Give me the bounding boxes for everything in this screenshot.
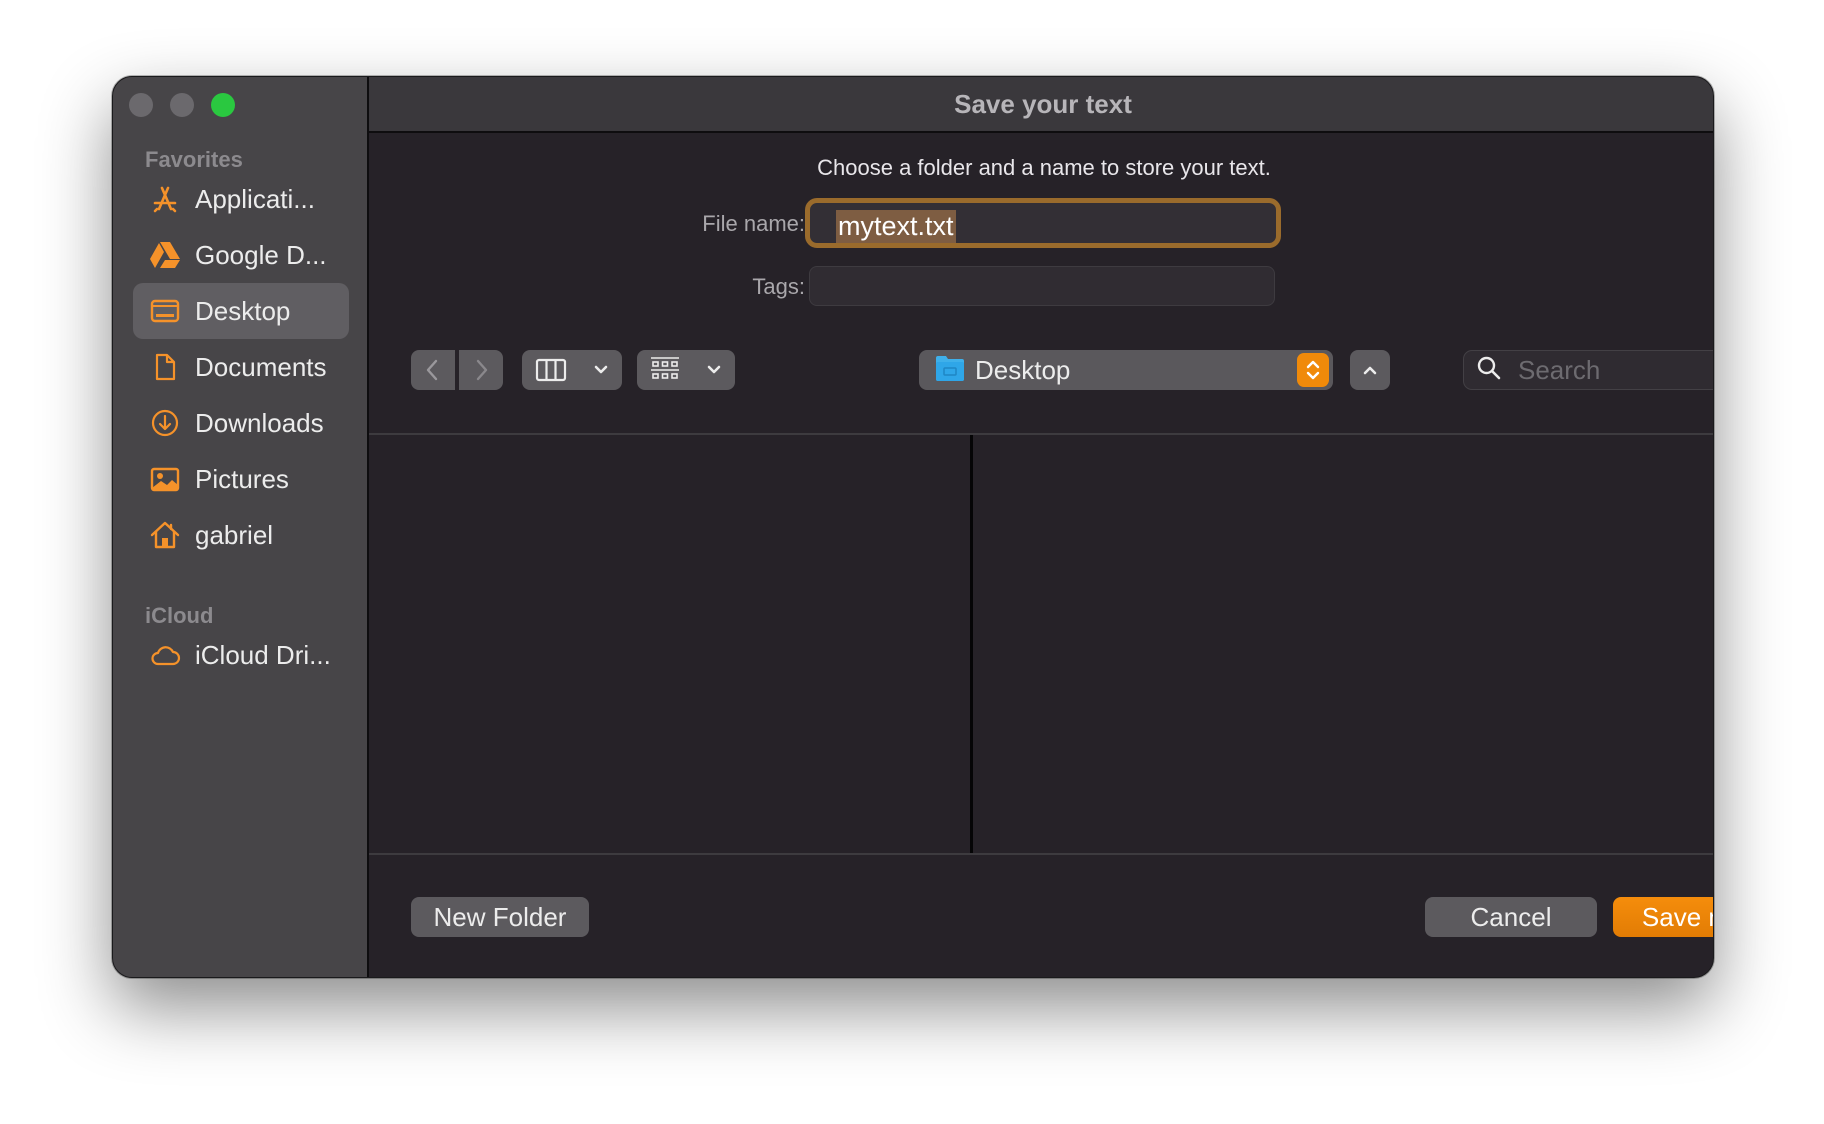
traffic-lights — [129, 93, 235, 117]
sidebar-item-label: Desktop — [195, 295, 291, 326]
new-folder-button[interactable]: New Folder — [411, 897, 589, 937]
sidebar-item-label: Google D... — [195, 239, 327, 270]
grid-icon — [650, 356, 680, 384]
tags-label: Tags: — [752, 274, 805, 299]
sidebar-item-documents[interactable]: Documents — [133, 339, 349, 395]
pictures-icon — [147, 461, 183, 497]
cancel-button[interactable]: Cancel — [1425, 897, 1597, 937]
minimize-button[interactable] — [170, 93, 194, 117]
sidebar-item-label: Downloads — [195, 407, 324, 438]
file-browser[interactable] — [369, 433, 1713, 855]
sidebar-item-home[interactable]: gabriel — [133, 507, 349, 563]
group-button[interactable] — [637, 350, 735, 390]
sidebar-section-favorites: Favorites — [145, 147, 243, 172]
sidebar-item-label: iCloud Dri... — [195, 639, 331, 670]
sidebar-item-label: Applicati... — [195, 183, 315, 214]
chevron-down-icon — [593, 364, 609, 376]
forward-button[interactable] — [459, 350, 503, 390]
window-title: Save your text — [954, 88, 1132, 119]
dialog-prompt: Choose a folder and a name to store your… — [817, 155, 1271, 180]
zoom-button[interactable] — [211, 93, 235, 117]
download-icon — [147, 405, 183, 441]
close-button[interactable] — [129, 93, 153, 117]
search-input[interactable] — [1516, 353, 1713, 387]
folder-icon — [935, 354, 965, 387]
column-divider[interactable] — [970, 435, 973, 853]
sidebar-item-label: gabriel — [195, 519, 274, 550]
sidebar-item-label: Pictures — [195, 463, 289, 494]
title-bar: Save your text — [369, 77, 1713, 133]
search-field[interactable] — [1463, 350, 1713, 390]
filename-field[interactable]: mytext.txt — [805, 198, 1281, 248]
location-label: Desktop — [975, 354, 1071, 385]
applications-icon — [147, 181, 183, 217]
tags-field[interactable] — [809, 266, 1275, 306]
sidebar-item-downloads[interactable]: Downloads — [133, 395, 349, 451]
sidebar: Favorites Applicati... Google D... Deskt… — [113, 77, 369, 977]
chevron-down-icon — [706, 364, 722, 376]
save-button[interactable]: Save now — [1613, 897, 1713, 937]
document-icon — [147, 349, 183, 385]
google-drive-icon — [147, 237, 183, 273]
desktop-icon — [147, 293, 183, 329]
filename-value[interactable]: mytext.txt — [836, 210, 956, 243]
cloud-icon — [147, 637, 183, 673]
view-mode-button[interactable] — [522, 350, 622, 390]
sidebar-item-applications[interactable]: Applicati... — [133, 171, 349, 227]
sidebar-section-icloud: iCloud — [145, 603, 214, 628]
sidebar-item-icloud-drive[interactable]: iCloud Dri... — [133, 627, 349, 683]
filename-label: File name: — [702, 211, 805, 236]
search-icon — [1476, 355, 1502, 386]
up-down-stepper-icon — [1297, 353, 1329, 387]
chevron-up-icon — [1361, 363, 1379, 377]
chevron-left-icon — [423, 358, 443, 382]
sidebar-item-google-drive[interactable]: Google D... — [133, 227, 349, 283]
back-button[interactable] — [411, 350, 455, 390]
main-panel: Save your text Choose a folder and a nam… — [369, 77, 1713, 977]
location-popup[interactable]: Desktop — [919, 350, 1333, 390]
columns-icon — [535, 358, 567, 382]
chevron-right-icon — [471, 358, 491, 382]
sidebar-item-desktop[interactable]: Desktop — [133, 283, 349, 339]
sidebar-item-pictures[interactable]: Pictures — [133, 451, 349, 507]
parent-folder-button[interactable] — [1350, 350, 1390, 390]
sidebar-item-label: Documents — [195, 351, 327, 382]
home-icon — [147, 517, 183, 553]
save-dialog: Favorites Applicati... Google D... Deskt… — [112, 76, 1714, 978]
